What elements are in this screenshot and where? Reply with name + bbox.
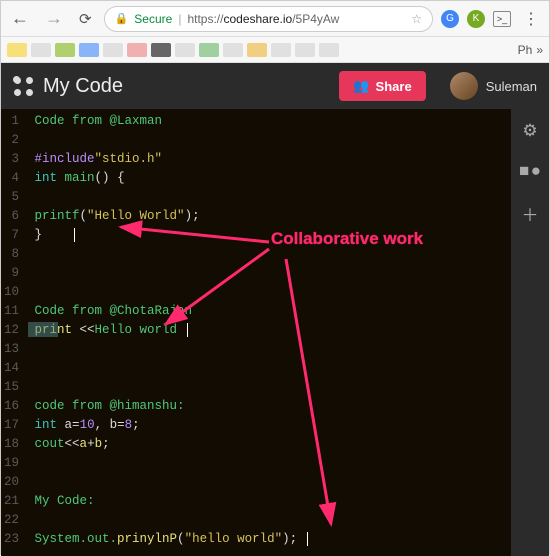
username: Suleman: [486, 79, 537, 94]
people-icon: 👥: [353, 78, 369, 94]
share-button[interactable]: 👥 Share: [339, 71, 425, 101]
gear-icon[interactable]: ⚙: [522, 121, 537, 141]
extension-icon[interactable]: G: [441, 10, 459, 28]
forward-icon[interactable]: →: [41, 8, 67, 29]
secure-label: Secure: [134, 12, 172, 26]
url: https://codeshare.io/5P4yAw: [187, 12, 339, 26]
chevron-right-icon: »: [536, 43, 543, 57]
side-toolbar: ⚙ ■ ● ＋: [511, 109, 549, 556]
video-icon[interactable]: ■ ●: [519, 161, 541, 181]
bookmarks-bar: Ph »: [1, 37, 549, 63]
reload-icon[interactable]: ⟳: [75, 10, 96, 28]
extension-icon[interactable]: K: [467, 10, 485, 28]
page-title: My Code: [43, 75, 123, 98]
annotation-label: Collaborative work: [271, 229, 423, 248]
bookmarks-overflow[interactable]: Ph »: [518, 43, 543, 57]
bookmark-star-icon[interactable]: ☆: [411, 12, 422, 26]
app-header: My Code 👥 Share Suleman: [1, 63, 549, 109]
extension-icon[interactable]: >_: [493, 11, 511, 27]
address-bar[interactable]: 🔒 Secure | https://codeshare.io/5P4yAw ☆: [104, 6, 433, 32]
code-editor[interactable]: 1 Code from @Laxman 2 3 #include"stdio.h…: [1, 109, 511, 556]
menu-icon[interactable]: ⋮: [519, 9, 543, 29]
back-icon[interactable]: ←: [7, 8, 33, 29]
lock-icon: 🔒: [115, 12, 129, 25]
avatar: [450, 72, 478, 100]
user-menu[interactable]: Suleman: [450, 72, 537, 100]
logo-icon: [13, 76, 33, 96]
plus-icon[interactable]: ＋: [522, 201, 539, 226]
browser-toolbar: ← → ⟳ 🔒 Secure | https://codeshare.io/5P…: [1, 1, 549, 37]
share-label: Share: [376, 79, 412, 94]
